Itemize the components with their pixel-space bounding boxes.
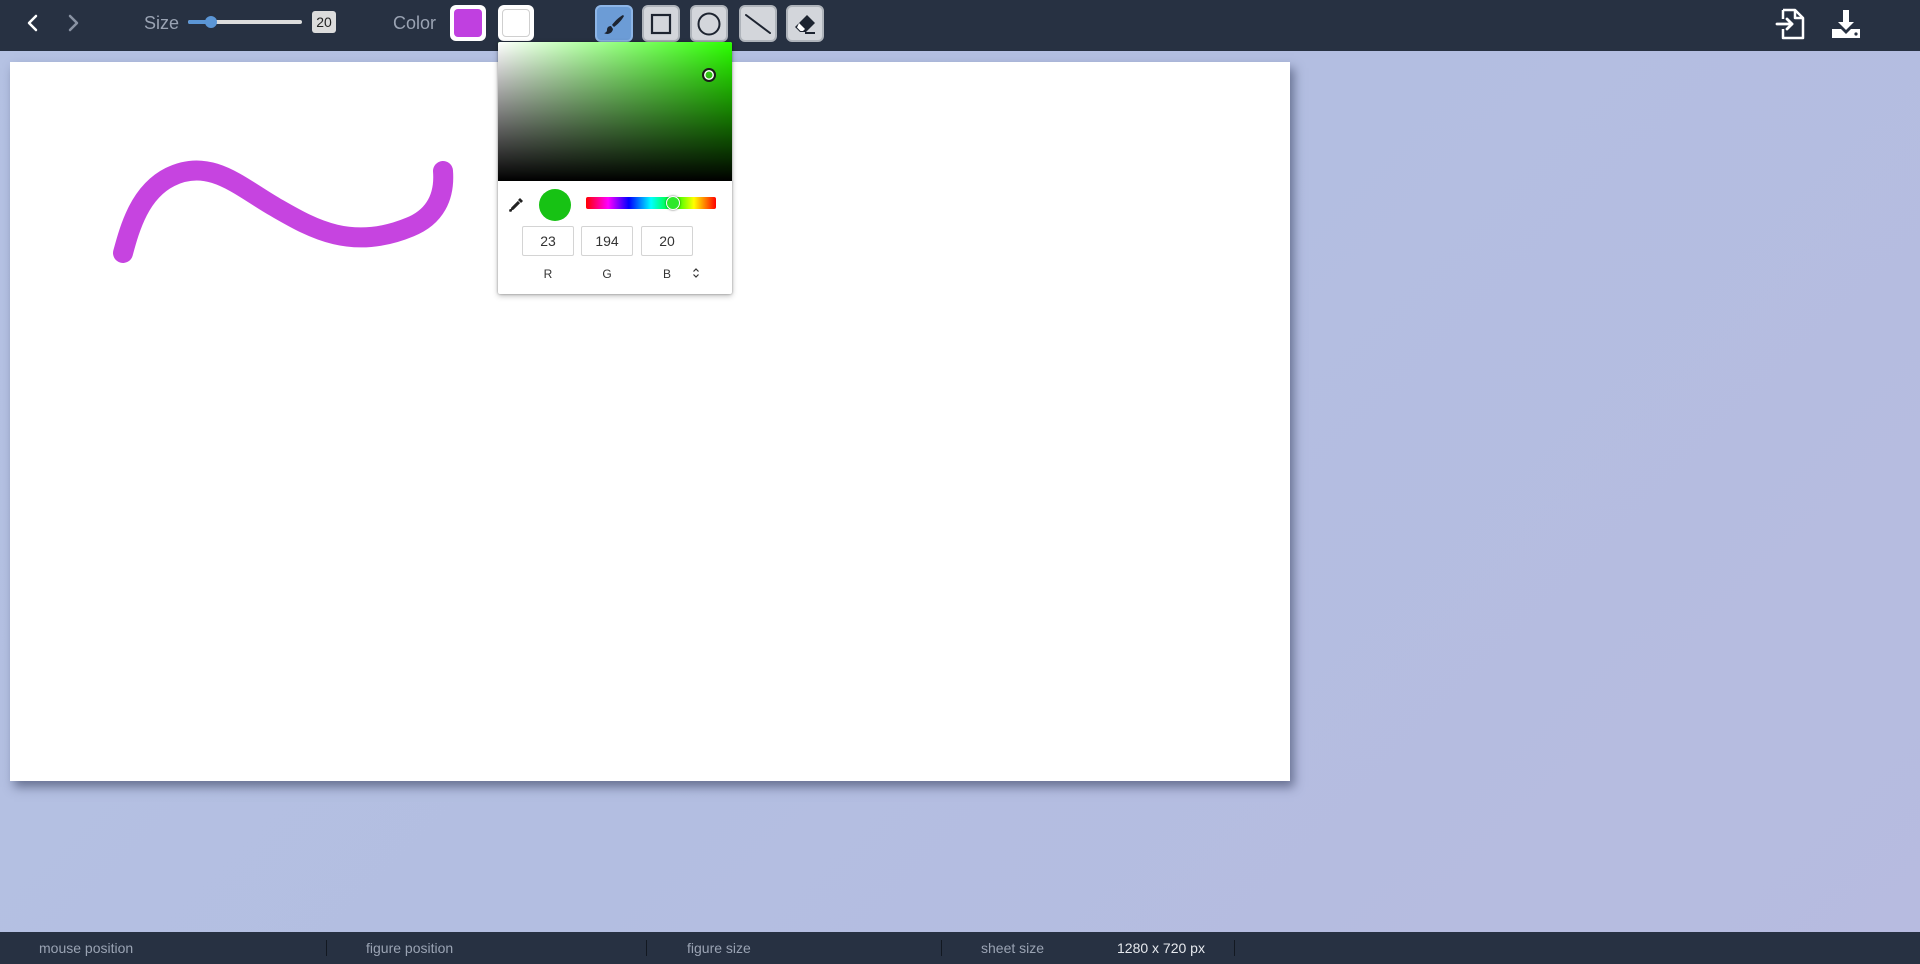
figure-size-label: figure size (687, 940, 751, 956)
red-label: R (543, 267, 553, 281)
status-divider (646, 940, 647, 956)
ellipse-tool-button[interactable] (690, 5, 728, 42)
color-preview (539, 189, 571, 221)
green-input[interactable] (581, 226, 633, 256)
blue-label: B (662, 267, 671, 281)
color-label: Color (393, 13, 437, 33)
drawn-stroke (113, 160, 454, 263)
blue-input[interactable] (641, 226, 693, 256)
eyedropper-icon (509, 198, 523, 212)
line-icon (745, 13, 771, 34)
color-mode-toggle[interactable] (688, 264, 704, 282)
chevron-right-icon (68, 14, 79, 32)
hue-slider-thumb[interactable] (666, 196, 681, 210)
toolbar: Size 20 Color (0, 0, 1920, 51)
eraser-icon (795, 14, 815, 34)
circle-icon (697, 12, 721, 35)
undo-button[interactable] (20, 10, 46, 36)
rectangle-icon (650, 13, 672, 34)
primary-color-swatch[interactable] (450, 5, 486, 41)
saturation-value-area[interactable] (498, 42, 732, 181)
status-divider (941, 940, 942, 956)
download-icon (1832, 10, 1860, 38)
mouse-position-label: mouse position (39, 940, 134, 956)
size-label: Size (144, 13, 180, 33)
import-button[interactable] (1773, 7, 1807, 41)
primary-color-fill (454, 9, 482, 37)
brush-icon (604, 14, 624, 34)
file-import-icon (1775, 8, 1805, 40)
redo-button[interactable] (60, 10, 86, 36)
chevron-left-icon (27, 14, 38, 32)
status-divider (1234, 940, 1235, 956)
hue-slider[interactable] (586, 196, 716, 210)
up-down-arrows-icon (693, 268, 699, 278)
size-value: 20 (312, 11, 336, 33)
eraser-tool-button[interactable] (786, 5, 824, 42)
size-slider-thumb[interactable] (204, 16, 217, 28)
figure-position-label: figure position (366, 940, 454, 956)
line-tool-button[interactable] (739, 5, 777, 42)
saturation-value-cursor[interactable] (701, 68, 716, 83)
rectangle-tool-button[interactable] (642, 5, 680, 42)
green-label: G (602, 267, 612, 281)
download-button[interactable] (1829, 7, 1863, 41)
sheet-size-value: 1280 x 720 px (1117, 940, 1205, 956)
status-bar: mouse position figure position figure si… (0, 932, 1920, 964)
size-slider[interactable] (188, 16, 302, 28)
color-picker-popup: R G B (498, 42, 732, 294)
secondary-color-swatch[interactable] (498, 5, 534, 41)
brush-tool-button[interactable] (595, 5, 633, 42)
sheet-size-label: sheet size (981, 940, 1045, 956)
secondary-color-fill (502, 9, 530, 37)
eyedropper-button[interactable] (508, 195, 526, 213)
value-gradient (498, 42, 732, 181)
red-input[interactable] (522, 226, 574, 256)
status-divider (326, 940, 327, 956)
